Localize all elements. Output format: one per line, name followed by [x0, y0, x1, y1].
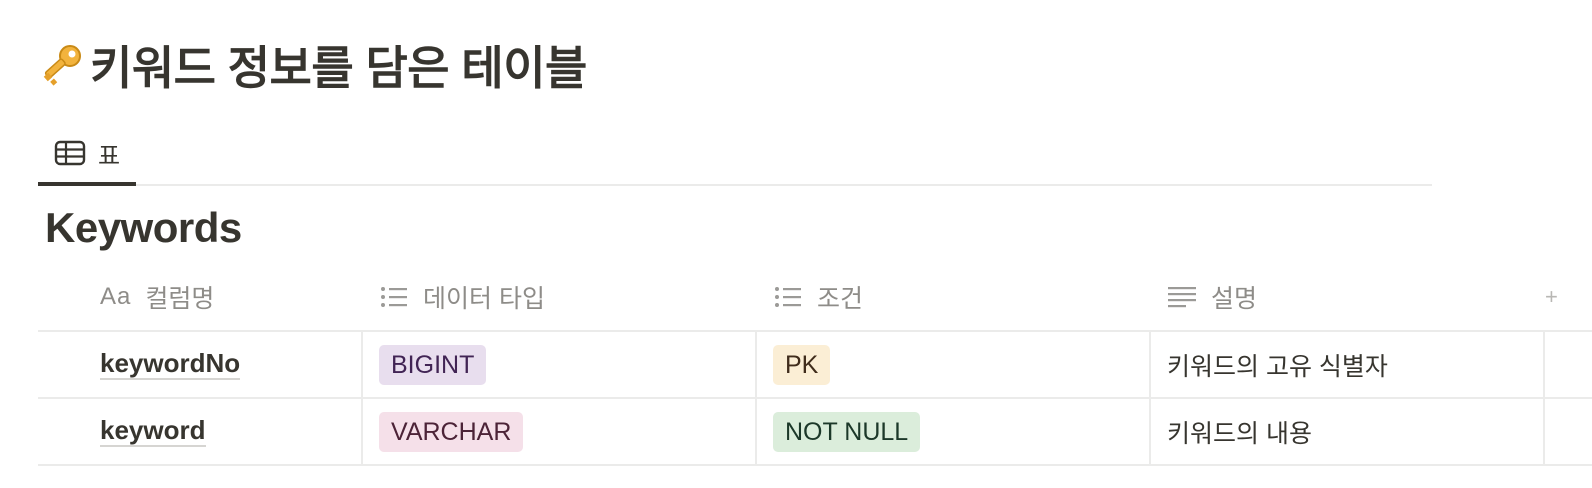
cell-description[interactable]: 키워드의 내용: [1149, 399, 1543, 464]
key-icon: [38, 40, 88, 90]
table-row[interactable]: keywordNo BIGINT PK 키워드의 고유 식별자: [38, 332, 1592, 399]
multi-select-icon: [775, 287, 801, 307]
table-row[interactable]: keyword VARCHAR NOT NULL 키워드의 내용: [38, 399, 1592, 466]
page-title: 키워드 정보를 담은 테이블: [38, 32, 587, 98]
condition-tag: PK: [773, 344, 831, 385]
column-header-type[interactable]: 데이터 타입: [361, 264, 755, 330]
title-property-icon: Aa: [100, 283, 132, 310]
multi-select-icon: [381, 287, 407, 307]
column-header-label: 설명: [1211, 285, 1258, 313]
table-header-row: Aa 컬럼명 데이터 타입 조건 설명 +: [38, 264, 1592, 332]
table-icon: [54, 140, 86, 166]
cell-name[interactable]: keyword: [38, 399, 361, 464]
view-tabs: 표: [38, 122, 1432, 186]
database-table: Aa 컬럼명 데이터 타입 조건 설명 + keywordNo BIGINT P…: [38, 264, 1592, 466]
page-title-text: 키워드 정보를 담은 테이블: [90, 42, 587, 94]
tab-table[interactable]: 표: [38, 122, 136, 186]
cell-empty: [1543, 332, 1592, 397]
row-description: 키워드의 고유 식별자: [1167, 352, 1388, 381]
cell-condition[interactable]: PK: [755, 332, 1149, 397]
column-header-condition[interactable]: 조건: [755, 264, 1149, 330]
tab-label: 표: [97, 142, 121, 170]
cell-type[interactable]: VARCHAR: [361, 399, 755, 464]
cell-name[interactable]: keywordNo: [38, 332, 361, 397]
cell-type[interactable]: BIGINT: [361, 332, 755, 397]
text-property-icon: [1168, 287, 1196, 308]
row-description: 키워드의 내용: [1167, 419, 1312, 448]
page: 키워드 정보를 담은 테이블 표 Keywords Aa 컬럼명 데이터 타입 …: [0, 0, 1592, 488]
cell-condition[interactable]: NOT NULL: [755, 399, 1149, 464]
cell-empty: [1543, 399, 1592, 464]
column-header-description[interactable]: 설명: [1149, 264, 1543, 330]
database-title: Keywords: [45, 204, 242, 251]
type-tag: VARCHAR: [379, 411, 524, 452]
column-header-label: 컬럼명: [145, 285, 215, 313]
add-column-button[interactable]: +: [1543, 264, 1592, 330]
cell-description[interactable]: 키워드의 고유 식별자: [1149, 332, 1543, 397]
column-header-label: 데이터 타입: [423, 285, 545, 313]
row-name[interactable]: keyword: [100, 415, 206, 448]
plus-icon: +: [1545, 284, 1558, 309]
column-header-label: 조건: [817, 285, 864, 313]
condition-tag: NOT NULL: [773, 411, 921, 452]
column-header-name[interactable]: Aa 컬럼명: [38, 264, 361, 330]
type-tag: BIGINT: [379, 344, 487, 385]
row-name[interactable]: keywordNo: [100, 348, 241, 381]
